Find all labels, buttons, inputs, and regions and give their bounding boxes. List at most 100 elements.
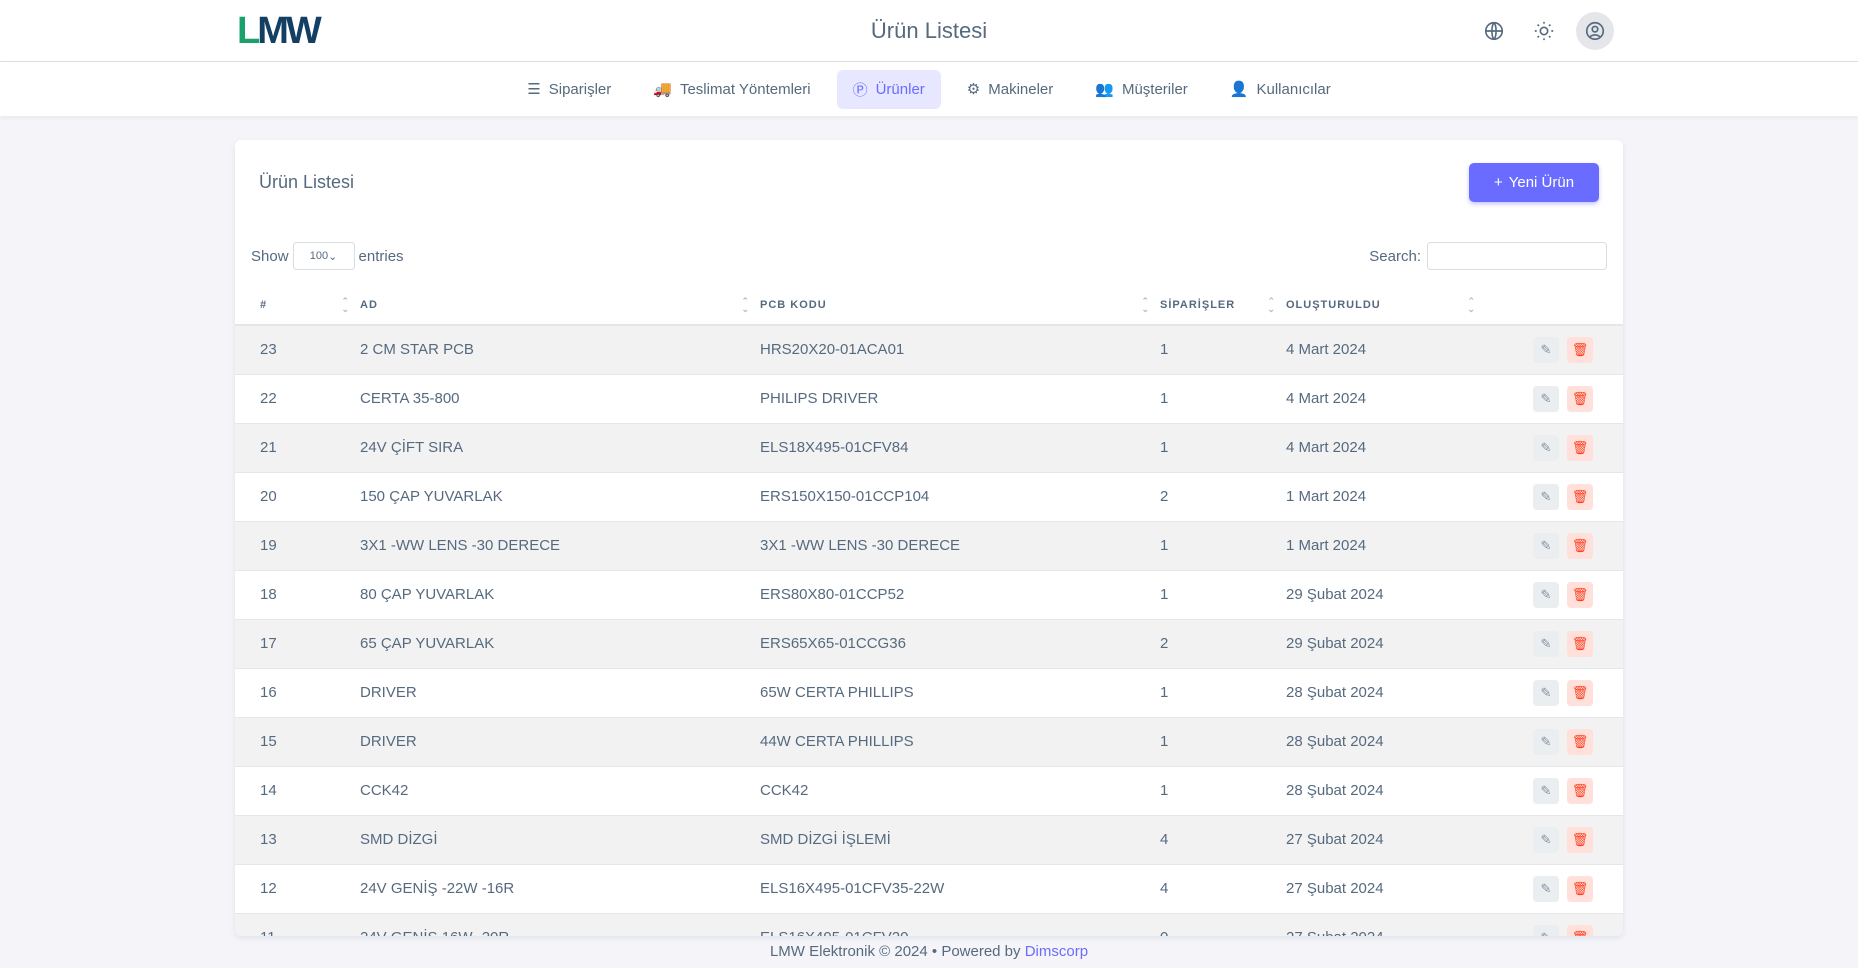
edit-button[interactable]: ✎ [1533, 876, 1559, 902]
delete-button[interactable]: 🗑 [1567, 680, 1593, 706]
nav-item-2[interactable]: ⓅÜrünler [837, 70, 941, 109]
dimscorp-link[interactable]: Dimscorp [1025, 943, 1088, 960]
sort-icon: ⌃⌄ [741, 297, 750, 313]
table-row: 2124V ÇİFT SIRAELS18X495-01CFV8414 Mart … [235, 423, 1623, 472]
edit-button[interactable]: ✎ [1533, 337, 1559, 363]
cell: 1 [1160, 374, 1286, 423]
actions-cell: ✎🗑 [1486, 766, 1623, 815]
column-header[interactable]: PCB KODU⌃⌄ [760, 286, 1160, 325]
cell: 1 [1160, 423, 1286, 472]
product-list-card: Ürün Listesi +Yeni Ürün Show 100⌄ entrie… [235, 140, 1623, 936]
avatar[interactable] [1576, 12, 1614, 50]
cell: 0 [1160, 913, 1286, 936]
cell: 24V ÇİFT SIRA [360, 423, 760, 472]
cell: CCK42 [360, 766, 760, 815]
delete-button[interactable]: 🗑 [1567, 778, 1593, 804]
delete-button[interactable]: 🗑 [1567, 337, 1593, 363]
cell: ERS65X65-01CCG36 [760, 619, 1160, 668]
cell: 4 Mart 2024 [1286, 374, 1486, 423]
edit-button[interactable]: ✎ [1533, 533, 1559, 559]
cell: 44W CERTA PHILLIPS [760, 717, 1160, 766]
cell: 65 ÇAP YUVARLAK [360, 619, 760, 668]
cell: 24V GENİŞ -22W -16R [360, 864, 760, 913]
actions-cell: ✎🗑 [1486, 717, 1623, 766]
sun-icon[interactable] [1526, 13, 1562, 49]
delete-button[interactable]: 🗑 [1567, 435, 1593, 461]
edit-button[interactable]: ✎ [1533, 582, 1559, 608]
nav-item-3[interactable]: ⚙Makineler [951, 71, 1069, 107]
delete-button[interactable]: 🗑 [1567, 925, 1593, 937]
column-header[interactable]: AD⌃⌄ [360, 286, 760, 325]
cell: 3X1 -WW LENS -30 DERECE [760, 521, 1160, 570]
delete-button[interactable]: 🗑 [1567, 631, 1593, 657]
cell: 2 CM STAR PCB [360, 325, 760, 374]
cell: 1 [1160, 325, 1286, 374]
products-table: #⌃⌄AD⌃⌄PCB KODU⌃⌄SİPARİŞLER⌃⌄OLUŞTURULDU… [235, 286, 1623, 936]
column-header[interactable]: OLUŞTURULDU⌃⌄ [1286, 286, 1486, 325]
delete-button[interactable]: 🗑 [1567, 386, 1593, 412]
cell: 27 Şubat 2024 [1286, 815, 1486, 864]
top-bar: LMW Ürün Listesi [0, 0, 1858, 62]
table-row: 232 CM STAR PCBHRS20X20-01ACA0114 Mart 2… [235, 325, 1623, 374]
cell: 12 [235, 864, 360, 913]
delete-button[interactable]: 🗑 [1567, 484, 1593, 510]
cell: ELS16X495-01CFV20 [760, 913, 1160, 936]
table-row: 16DRIVER65W CERTA PHILLIPS128 Şubat 2024… [235, 668, 1623, 717]
delete-button[interactable]: 🗑 [1567, 582, 1593, 608]
cell: 23 [235, 325, 360, 374]
table-row: 1765 ÇAP YUVARLAKERS65X65-01CCG36229 Şub… [235, 619, 1623, 668]
main-nav: ☰Siparişler 🚚Teslimat Yöntemleri ⓅÜrünler ⚙… [0, 62, 1858, 116]
edit-button[interactable]: ✎ [1533, 925, 1559, 937]
column-header[interactable]: #⌃⌄ [235, 286, 360, 325]
cell: 150 ÇAP YUVARLAK [360, 472, 760, 521]
new-product-button[interactable]: +Yeni Ürün [1469, 163, 1599, 202]
edit-button[interactable]: ✎ [1533, 435, 1559, 461]
card-title: Ürün Listesi [259, 172, 354, 193]
table-row: 1124V GENİŞ 16W -20RELS16X495-01CFV20027… [235, 913, 1623, 936]
edit-icon: ✎ [1541, 440, 1552, 456]
edit-button[interactable]: ✎ [1533, 778, 1559, 804]
edit-button[interactable]: ✎ [1533, 729, 1559, 755]
table-row: 22CERTA 35-800PHILIPS DRIVER14 Mart 2024… [235, 374, 1623, 423]
cell: SMD DİZGİ [360, 815, 760, 864]
cell: 18 [235, 570, 360, 619]
globe-icon[interactable] [1476, 13, 1512, 49]
cell: 13 [235, 815, 360, 864]
delete-button[interactable]: 🗑 [1567, 827, 1593, 853]
trash-icon: 🗑 [1572, 489, 1589, 505]
edit-button[interactable]: ✎ [1533, 631, 1559, 657]
trash-icon: 🗑 [1572, 538, 1589, 554]
table-row: 14CCK42CCK42128 Şubat 2024✎🗑 [235, 766, 1623, 815]
entries-select[interactable]: 100⌄ [293, 242, 355, 270]
list-icon: ☰ [527, 80, 540, 98]
delete-button[interactable]: 🗑 [1567, 533, 1593, 559]
nav-item-5[interactable]: 👤Kullanıcılar [1214, 71, 1347, 107]
edit-button[interactable]: ✎ [1533, 386, 1559, 412]
nav-item-4[interactable]: 👥Müşteriler [1079, 71, 1204, 107]
trash-icon: 🗑 [1572, 587, 1589, 603]
search-input[interactable] [1427, 242, 1607, 270]
nav-item-0[interactable]: ☰Siparişler [511, 71, 627, 107]
edit-button[interactable]: ✎ [1533, 680, 1559, 706]
sort-icon: ⌃⌄ [1141, 297, 1150, 313]
cell: 27 Şubat 2024 [1286, 913, 1486, 936]
nav-item-1[interactable]: 🚚Teslimat Yöntemleri [637, 71, 826, 107]
cell: 4 Mart 2024 [1286, 325, 1486, 374]
trash-icon: 🗑 [1572, 391, 1589, 407]
column-header[interactable]: SİPARİŞLER⌃⌄ [1160, 286, 1286, 325]
product-icon: Ⓟ [853, 79, 868, 100]
cell: SMD DİZGİ İŞLEMİ [760, 815, 1160, 864]
delete-button[interactable]: 🗑 [1567, 876, 1593, 902]
delete-button[interactable]: 🗑 [1567, 729, 1593, 755]
edit-button[interactable]: ✎ [1533, 827, 1559, 853]
cell: DRIVER [360, 668, 760, 717]
cell: 22 [235, 374, 360, 423]
cell: 29 Şubat 2024 [1286, 570, 1486, 619]
actions-header [1486, 286, 1623, 325]
cell: DRIVER [360, 717, 760, 766]
cell: 65W CERTA PHILLIPS [760, 668, 1160, 717]
edit-button[interactable]: ✎ [1533, 484, 1559, 510]
cell: ELS18X495-01CFV84 [760, 423, 1160, 472]
search-label: Search: [1369, 248, 1421, 265]
actions-cell: ✎🗑 [1486, 570, 1623, 619]
